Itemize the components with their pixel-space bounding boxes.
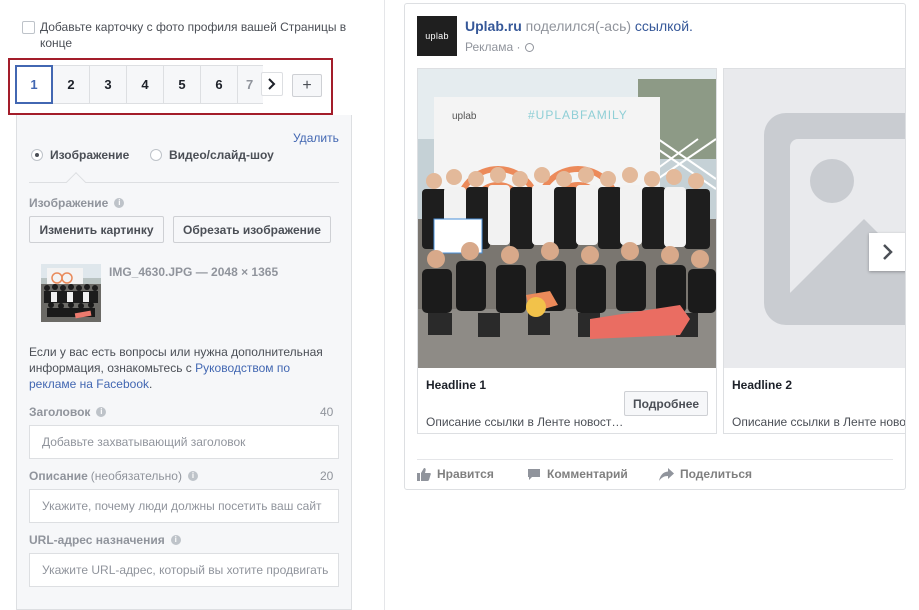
share-action[interactable]: Поделиться xyxy=(659,467,752,481)
like-label: Нравится xyxy=(437,467,494,481)
headline-input[interactable]: Добавьте захватывающий заголовок xyxy=(29,425,339,459)
carousel-card-1-image[interactable]: uplab #UPLABFAMILY xyxy=(418,69,716,368)
page-name-link[interactable]: Uplab.ru xyxy=(465,18,522,34)
description-input[interactable]: Укажите, почему люди должны посетить ваш… xyxy=(29,489,339,523)
comment-label: Комментарий xyxy=(547,467,628,481)
description-label-text: Описание xyxy=(29,469,88,483)
like-icon xyxy=(417,467,431,481)
carousel-next-button[interactable] xyxy=(869,233,905,271)
info-icon[interactable]: i xyxy=(187,471,198,481)
page-avatar[interactable]: uplab xyxy=(417,16,457,56)
image-logo-text: uplab xyxy=(452,111,477,122)
image-section-label: Изображение i xyxy=(29,196,125,210)
ads-guide-help-text: Если у вас есть вопросы или нужна дополн… xyxy=(29,344,334,392)
destination-url-label-text: URL-адрес назначения xyxy=(29,533,165,547)
info-icon[interactable]: i xyxy=(114,198,125,208)
share-icon xyxy=(659,467,674,481)
image-file-name: IMG_4630.JPG — 2048 × 1365 xyxy=(109,265,279,279)
chevron-right-icon xyxy=(883,244,893,260)
carousel-card-1-description: Описание ссылки в Ленте новост… xyxy=(426,415,624,429)
media-type-video-label: Видео/слайд-шоу xyxy=(169,148,274,162)
end-card-checkbox[interactable] xyxy=(22,21,35,34)
tabs-scroll-next-button[interactable] xyxy=(261,72,283,96)
carousel-card-1[interactable]: uplab #UPLABFAMILY Headline 1 Описание с… xyxy=(417,68,717,434)
description-label: Описание (необязательно) i xyxy=(29,469,198,483)
post-shared-text: поделился(-ась) xyxy=(525,18,632,34)
actions-divider xyxy=(417,459,893,460)
carousel-card-2-description: Описание ссылки в Ленте новост… xyxy=(732,415,906,429)
globe-icon xyxy=(525,42,535,52)
headline-label-text: Заголовок xyxy=(29,405,91,419)
carousel-card-2-image-placeholder[interactable] xyxy=(724,69,905,368)
info-icon[interactable]: i xyxy=(96,407,107,417)
sponsored-label: Реклама · xyxy=(465,40,521,54)
destination-url-label: URL-адрес назначения i xyxy=(29,533,181,547)
headline-label: Заголовок i xyxy=(29,405,107,419)
crop-image-button[interactable]: Обрезать изображение xyxy=(173,216,331,243)
image-banner-text: #UPLABFAMILY xyxy=(528,108,628,122)
description-optional-text: (необязательно) xyxy=(90,469,182,483)
media-type-image-option[interactable]: Изображение xyxy=(31,148,129,162)
post-header: Uplab.ru поделился(-ась) ссылкой. xyxy=(465,18,693,34)
cards-highlight-frame xyxy=(8,58,333,115)
help-text-after: . xyxy=(149,377,153,391)
column-divider xyxy=(384,0,385,610)
post-link-word[interactable]: ссылкой. xyxy=(635,18,693,34)
description-char-counter: 20 xyxy=(320,469,334,483)
remove-card-link[interactable]: Удалить xyxy=(293,131,339,145)
comment-action[interactable]: Комментарий xyxy=(527,467,628,481)
ad-preview-card: uplab Uplab.ru поделился(-ась) ссылкой. … xyxy=(404,3,906,490)
like-action[interactable]: Нравится xyxy=(417,467,494,481)
post-subheader: Реклама · xyxy=(465,40,535,54)
end-card-checkbox-row[interactable]: Добавьте карточку с фото профиля вашей С… xyxy=(22,19,362,51)
carousel-card-2-headline[interactable]: Headline 2 xyxy=(732,378,792,392)
learn-more-button[interactable]: Подробнее xyxy=(624,391,708,416)
image-section-label-text: Изображение xyxy=(29,196,109,210)
image-thumbnail xyxy=(41,264,101,322)
info-icon[interactable]: i xyxy=(170,535,181,545)
card-tab-1[interactable]: 1 xyxy=(15,65,53,104)
share-label: Поделиться xyxy=(680,467,753,481)
headline-char-counter: 40 xyxy=(320,405,334,419)
media-type-video-radio[interactable] xyxy=(150,149,162,161)
carousel-card-1-headline[interactable]: Headline 1 xyxy=(426,378,486,392)
image-placeholder-icon xyxy=(764,113,905,325)
chevron-right-icon xyxy=(268,78,276,90)
change-image-button[interactable]: Изменить картинку xyxy=(29,216,164,243)
end-card-checkbox-label: Добавьте карточку с фото профиля вашей С… xyxy=(40,20,347,50)
destination-url-input[interactable]: Укажите URL-адрес, который вы хотите про… xyxy=(29,553,339,587)
media-type-image-label: Изображение xyxy=(50,148,130,162)
media-type-video-option[interactable]: Видео/слайд-шоу xyxy=(150,148,274,162)
media-type-image-radio[interactable] xyxy=(31,149,43,161)
comment-icon xyxy=(528,468,540,480)
